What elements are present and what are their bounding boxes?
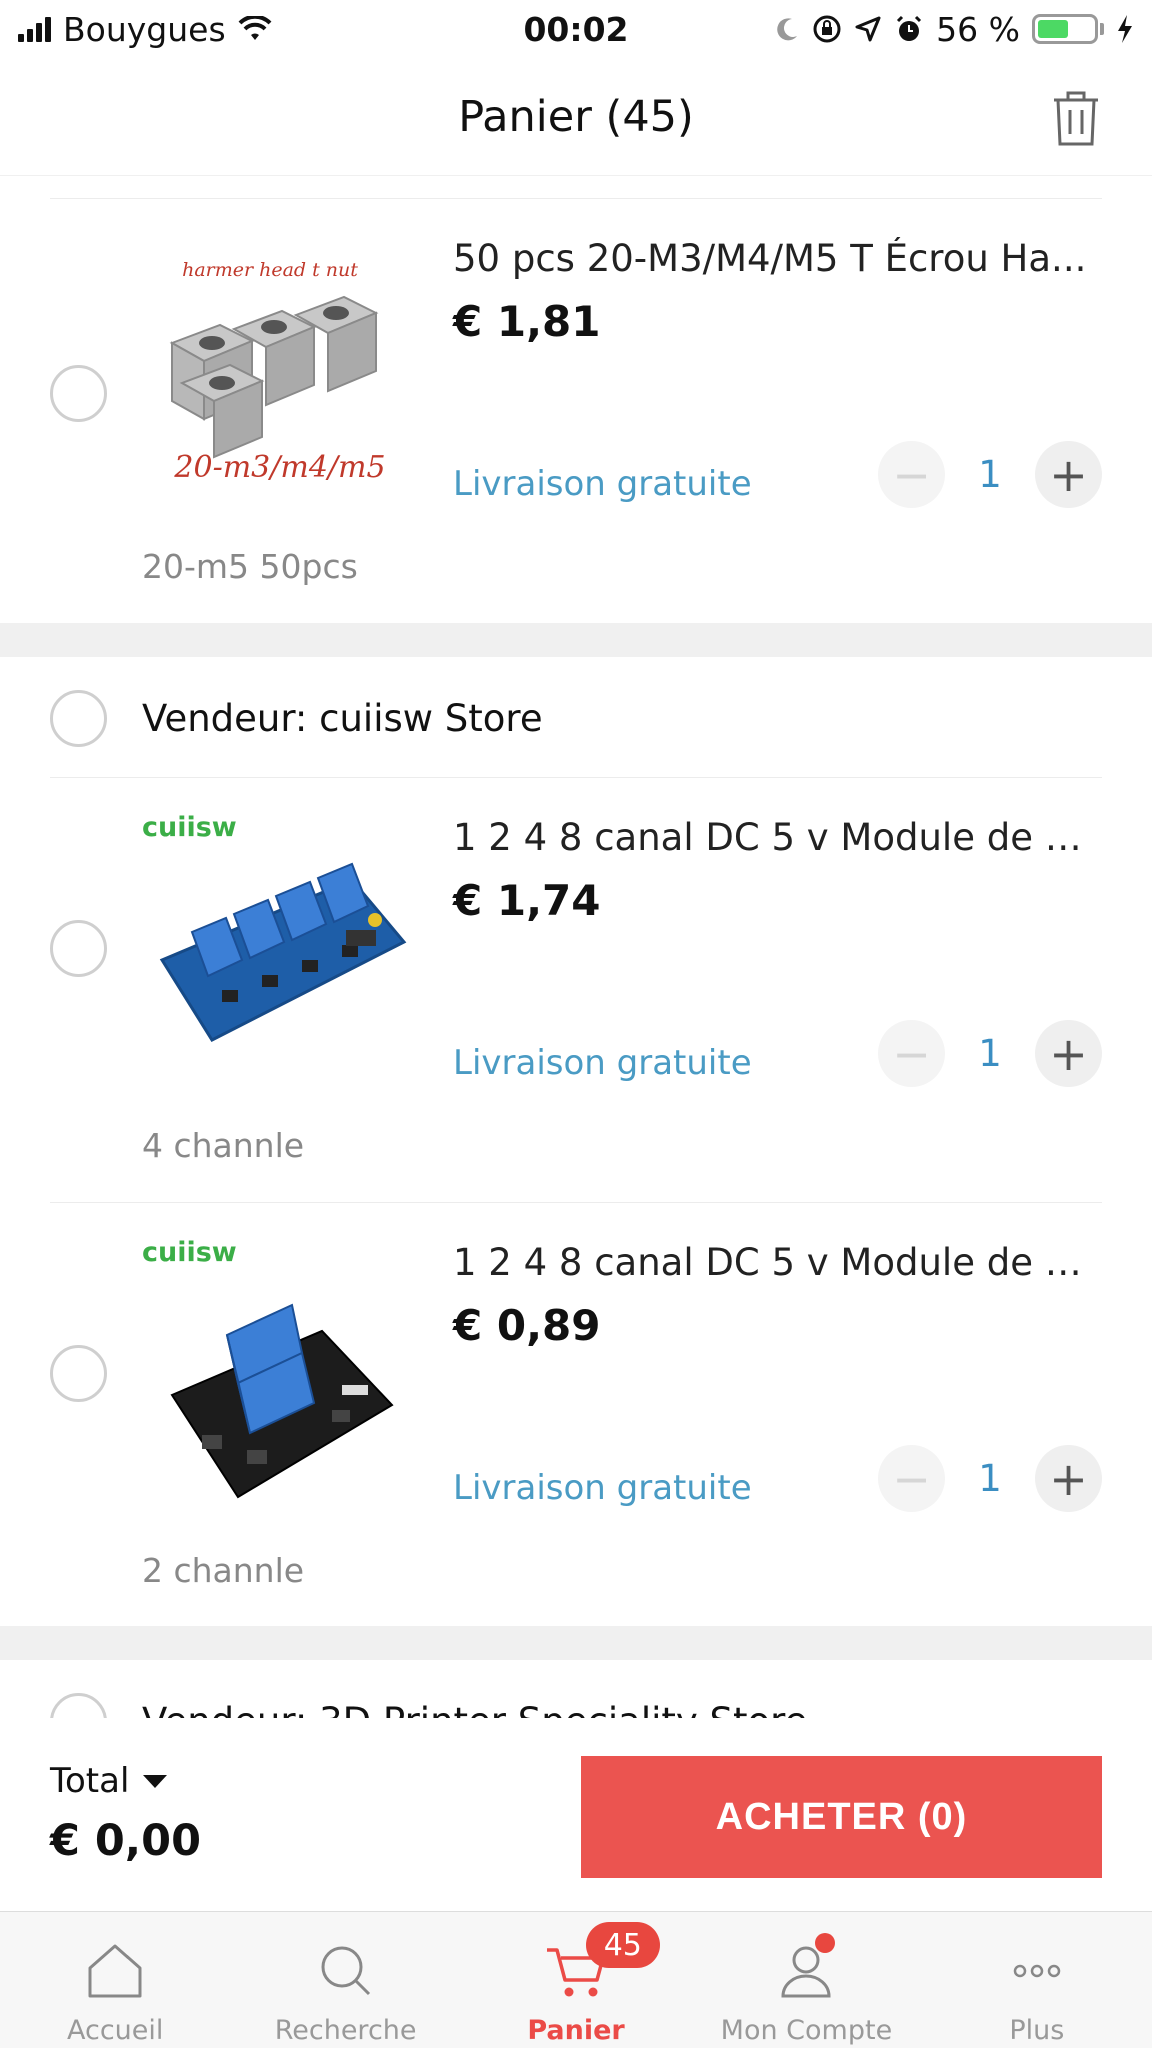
increase-quantity-button[interactable]: + [1035,1445,1102,1512]
shipping-label: Livraison gratuite [453,1468,752,1508]
page-header: Panier (45) [0,58,1152,176]
cart-item: harmer head t nut 20-m3/m4/m5 50 pcs 20-… [50,198,1102,623]
tab-bar: Accueil Recherche 45 Panier Mon Compte P… [0,1911,1152,2048]
page-title: Panier (45) [458,91,694,142]
section-divider [0,1626,1152,1660]
total-label: Total [50,1761,130,1801]
cart-item: cuiisw 1 2 4 8 canal DC 5 v Module de Re… [50,777,1102,1202]
quantity-value: 1 [978,453,1002,496]
quantity-value: 1 [978,1457,1002,1500]
checkout-bar: Total € 0,00 ACHETER (0) [0,1718,1152,1911]
item-variant: 20-m5 50pcs [142,547,358,586]
shipping-label: Livraison gratuite [453,464,752,504]
battery-percent: 56 % [936,9,1020,49]
increase-quantity-button[interactable]: + [1035,1020,1102,1087]
tab-plus[interactable]: Plus [922,1912,1152,2048]
tab-label: Recherche [274,2015,417,2046]
quantity-value: 1 [978,1032,1002,1075]
delete-button[interactable] [1048,88,1104,148]
section-divider [0,623,1152,657]
total-amount: € 0,00 [50,1816,201,1866]
decrease-quantity-button[interactable]: − [878,1445,945,1512]
product-image[interactable]: cuiisw [142,1235,417,1510]
decrease-quantity-button[interactable]: − [878,1020,945,1087]
seller-row: Vendeur: cuiisw Store [50,657,1102,779]
item-title[interactable]: 1 2 4 8 canal DC 5 v Module de Re... [453,1241,1093,1284]
item-select-radio[interactable] [50,920,107,977]
wifi-icon [238,16,272,40]
cart-item: cuiisw 1 2 4 8 canal DC 5 v Module de Re… [50,1202,1102,1627]
item-select-radio[interactable] [50,1345,107,1402]
status-bar: Bouygues 00:02 56 % [0,0,1152,58]
image-brand: cuiisw [142,812,237,843]
seller-row: Vendeur: 3D Printer Speciality Store [50,1660,1102,1718]
product-image[interactable]: cuiisw [142,810,417,1085]
search-icon [321,1946,370,1996]
home-icon [88,1944,142,1998]
item-title[interactable]: 1 2 4 8 canal DC 5 v Module de Re... [453,816,1093,859]
quantity-stepper: − 1 + [878,1445,1102,1512]
increase-quantity-button[interactable]: + [1035,441,1102,508]
tab-mon-compte[interactable]: Mon Compte [691,1912,921,2048]
seller-select-radio[interactable] [50,1692,107,1718]
tab-label: Panier [527,2015,625,2046]
decrease-quantity-button[interactable]: − [878,441,945,508]
item-variant: 2 channle [142,1551,305,1590]
item-select-radio[interactable] [50,365,107,422]
image-caption-top: harmer head t nut [182,259,358,281]
caret-down-icon [143,1774,168,1788]
total-dropdown[interactable]: Total [50,1761,168,1801]
rotation-lock-icon [813,15,841,43]
seller-name[interactable]: Vendeur: cuiisw Store [142,697,543,740]
moon-icon [777,18,798,41]
buy-button[interactable]: ACHETER (0) [581,1756,1102,1878]
tab-recherche[interactable]: Recherche [230,1912,460,2048]
charging-icon [1118,15,1132,43]
product-image[interactable]: harmer head t nut 20-m3/m4/m5 [142,231,417,506]
seller-select-radio[interactable] [50,689,107,747]
trash-icon [1054,91,1098,146]
more-icon [1013,1964,1061,1978]
item-price: € 1,81 [453,297,601,346]
item-title[interactable]: 50 pcs 20-M3/M4/M5 T Écrou Ha... [453,237,1093,280]
quantity-stepper: − 1 + [878,1020,1102,1087]
location-icon [855,16,881,42]
signal-icon [18,16,51,42]
seller-name[interactable]: Vendeur: 3D Printer Speciality Store [142,1700,807,1719]
alarm-icon [897,15,922,41]
carrier-name: Bouygues [63,9,226,49]
tab-label: Mon Compte [720,2015,893,2046]
quantity-stepper: − 1 + [878,441,1102,508]
item-price: € 1,74 [453,876,601,925]
cart-count-badge: 45 [585,1922,660,1968]
image-caption-bottom: 20-m3/m4/m5 [173,450,385,485]
tab-label: Accueil [66,2015,164,2046]
tab-panier[interactable]: 45 Panier [461,1912,691,2048]
image-brand: cuiisw [142,1237,237,1268]
shipping-label: Livraison gratuite [453,1043,752,1083]
battery-icon [1032,14,1104,44]
tab-accueil[interactable]: Accueil [0,1912,230,2048]
item-price: € 0,89 [453,1301,601,1350]
item-variant: 4 channle [142,1126,305,1165]
cart-list[interactable]: harmer head t nut 20-m3/m4/m5 50 pcs 20-… [0,176,1152,1718]
tab-label: Plus [1009,2015,1065,2046]
